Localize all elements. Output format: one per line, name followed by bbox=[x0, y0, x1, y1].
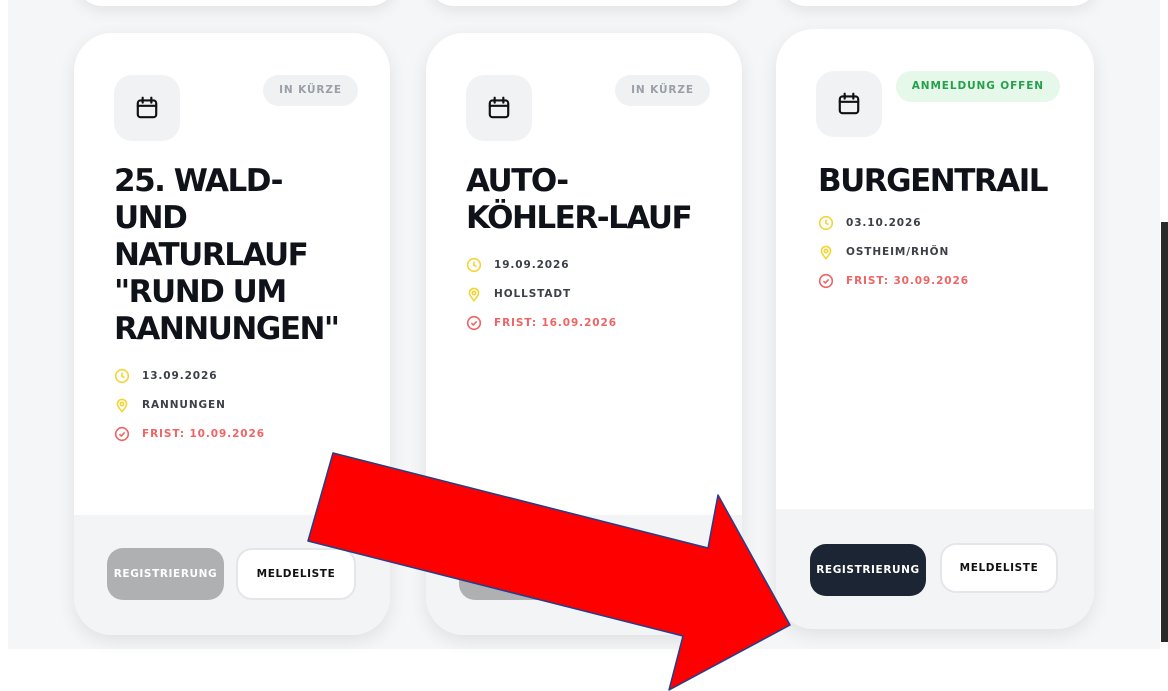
event-card: IN KÜRZE 25. WALD- UND NATURLAUF "RUND U… bbox=[74, 33, 390, 635]
status-badge: ANMELDUNG OFFEN bbox=[895, 71, 1060, 102]
event-meta: 03.10.2026 OSTHEIM/RHÖN FRIST: 30.09.202… bbox=[818, 208, 969, 295]
register-button[interactable]: REGISTRIERUNG bbox=[107, 548, 224, 600]
event-date: 03.10.2026 bbox=[818, 208, 969, 237]
register-button[interactable]: REGISTRIERUNG bbox=[810, 544, 926, 596]
clock-icon bbox=[114, 368, 130, 383]
event-card-grid: IN KÜRZE 25. WALD- UND NATURLAUF "RUND U… bbox=[8, 0, 1160, 649]
participant-list-button[interactable]: MELDELISTE bbox=[236, 548, 356, 600]
scrollbar-edge bbox=[1161, 222, 1168, 642]
clock-icon bbox=[466, 257, 482, 272]
location-pin-icon bbox=[468, 287, 480, 302]
location-pin-icon bbox=[116, 398, 128, 413]
location-pin-icon bbox=[820, 245, 832, 260]
event-meta: 19.09.2026 HOLLSTADT FRIST: 16.09.2026 bbox=[466, 250, 617, 337]
event-deadline: FRIST: 16.09.2026 bbox=[466, 308, 617, 337]
check-circle-icon bbox=[466, 315, 482, 330]
event-date: 13.09.2026 bbox=[114, 361, 265, 390]
check-circle-icon bbox=[818, 273, 834, 288]
event-title: BURGENTRAIL bbox=[818, 163, 1049, 199]
event-title: AUTO- KÖHLER-LAUF bbox=[466, 163, 693, 236]
previous-card-shadow bbox=[428, 0, 748, 6]
previous-card-shadow bbox=[780, 0, 1098, 6]
previous-card-shadow bbox=[76, 0, 396, 6]
event-meta: 13.09.2026 RANNUNGEN FRIST: 10.09.2026 bbox=[114, 361, 265, 448]
calendar-icon bbox=[114, 75, 180, 141]
event-card: IN KÜRZE AUTO- KÖHLER-LAUF 19.09.2026 HO… bbox=[426, 33, 742, 635]
clock-icon bbox=[818, 215, 834, 230]
check-circle-icon bbox=[114, 426, 130, 441]
event-deadline: FRIST: 10.09.2026 bbox=[114, 419, 265, 448]
event-deadline: FRIST: 30.09.2026 bbox=[818, 266, 969, 295]
event-location: OSTHEIM/RHÖN bbox=[818, 237, 969, 266]
register-button[interactable] bbox=[459, 548, 576, 600]
status-badge: IN KÜRZE bbox=[263, 75, 358, 106]
event-location: HOLLSTADT bbox=[466, 279, 617, 308]
event-card: ANMELDUNG OFFEN BURGENTRAIL 03.10.2026 O… bbox=[776, 29, 1094, 629]
event-location: RANNUNGEN bbox=[114, 390, 265, 419]
participant-list-button[interactable]: MELDELISTE bbox=[940, 543, 1058, 593]
status-badge: IN KÜRZE bbox=[615, 75, 710, 106]
calendar-icon bbox=[466, 75, 532, 141]
event-date: 19.09.2026 bbox=[466, 250, 617, 279]
calendar-icon bbox=[816, 71, 882, 137]
event-title: 25. WALD- UND NATURLAUF "RUND UM RANNUNG… bbox=[114, 163, 340, 347]
